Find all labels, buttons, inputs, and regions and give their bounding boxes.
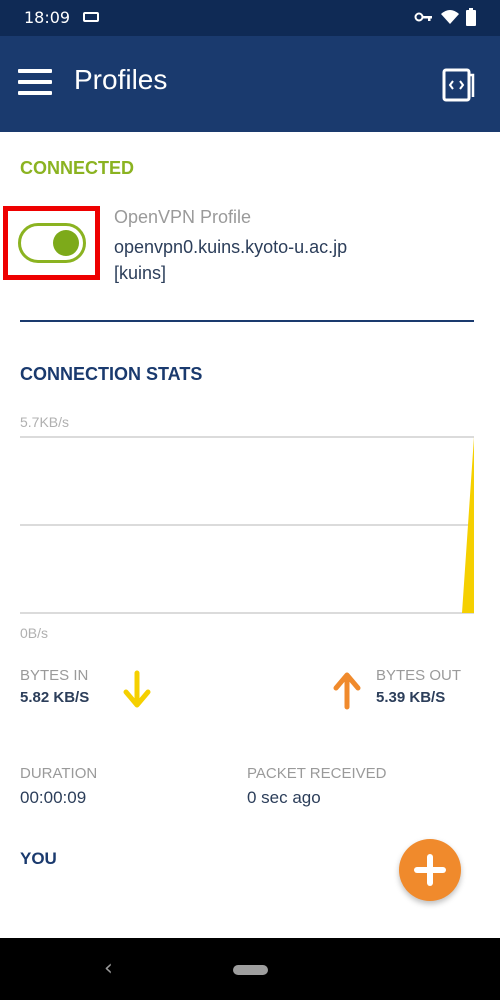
vpn-key-icon: [414, 12, 432, 22]
divider: [20, 320, 474, 322]
profile-name: OpenVPN Profile: [114, 207, 252, 227]
status-bar: 18:09: [0, 0, 500, 36]
chart-y-max-label: 5.7KB/s: [20, 414, 69, 430]
page-title: Profiles: [74, 64, 168, 95]
connection-toggle[interactable]: [18, 223, 86, 263]
packet-received-label: PACKET RECEIVED: [247, 765, 387, 782]
add-profile-button[interactable]: [399, 839, 461, 901]
duration-value: 00:00:09: [20, 788, 87, 807]
sim-card-icon: [83, 12, 99, 22]
status-time: 18:09: [24, 8, 71, 27]
arrow-down-icon: [123, 670, 151, 708]
arrow-up-icon: [333, 672, 361, 710]
connected-heading: CONNECTED: [20, 158, 135, 178]
you-heading: YOU: [20, 849, 57, 868]
import-profile-icon[interactable]: [441, 67, 475, 103]
battery-icon: [466, 8, 476, 26]
bytes-in-label: BYTES IN: [20, 667, 89, 684]
chart-y-min-label: 0B/s: [20, 625, 48, 641]
home-pill[interactable]: [233, 965, 268, 975]
profile-user: [kuins]: [114, 263, 167, 283]
packet-received-value: 0 sec ago: [247, 788, 321, 807]
wifi-icon: [441, 10, 459, 24]
bytes-out-label: BYTES OUT: [376, 667, 462, 684]
app-bar: Profiles: [0, 36, 500, 132]
status-icons: [414, 8, 476, 26]
connection-stats-heading: CONNECTION STATS: [20, 364, 203, 384]
profile-server: openvpn0.kuins.kyoto-u.ac.jp: [114, 237, 348, 257]
menu-icon[interactable]: [18, 69, 52, 97]
bytes-out-value: 5.39 KB/S: [376, 689, 446, 706]
connection-stats-chart: 5.7KB/s 0B/s: [20, 414, 474, 641]
bytes-in-value: 5.82 KB/S: [20, 689, 90, 706]
duration-label: DURATION: [20, 765, 98, 782]
toggle-knob: [53, 230, 79, 256]
back-icon[interactable]: ‹: [104, 956, 113, 981]
navigation-bar: ‹: [0, 938, 500, 1000]
